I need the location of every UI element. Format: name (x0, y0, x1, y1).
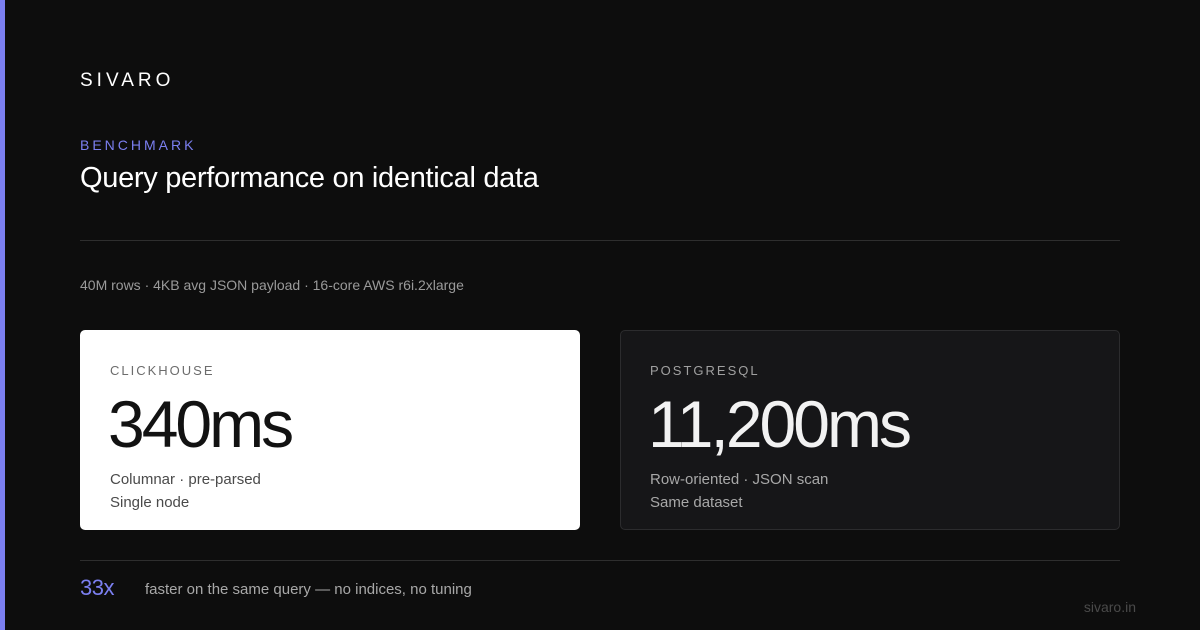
card-detail-line: Columnar · pre-parsed (110, 471, 261, 488)
card-label: POSTGRESQL (650, 363, 760, 378)
card-value: 340ms (108, 387, 294, 461)
card-value: 11,200ms (648, 387, 912, 461)
section-eyebrow: BENCHMARK (80, 137, 197, 153)
card-detail-line: Same dataset (650, 494, 743, 511)
bottom-divider (80, 560, 1120, 561)
card-detail-line: Row-oriented · JSON scan (650, 471, 829, 488)
benchmark-specs: 40M rows · 4KB avg JSON payload · 16-cor… (80, 277, 464, 293)
card-label: CLICKHOUSE (110, 363, 215, 378)
page-title: Query performance on identical data (80, 162, 539, 194)
card-detail-line: Single node (110, 494, 190, 511)
speedup-multiplier: 33x (80, 575, 114, 600)
speedup-tagline: faster on the same query — no indices, n… (145, 581, 472, 598)
brand-wordmark: SIVARO (80, 70, 175, 91)
top-divider (80, 240, 1120, 241)
benchmark-card-page: SIVARO BENCHMARK Query performance on id… (0, 0, 1200, 630)
clickhouse-result-card: CLICKHOUSE 340ms Columnar · pre-parsed S… (80, 330, 580, 530)
postgresql-result-card: POSTGRESQL 11,200ms Row-oriented · JSON … (620, 330, 1120, 530)
footer-domain: sivaro.in (1083, 599, 1136, 615)
accent-bar (0, 0, 5, 630)
